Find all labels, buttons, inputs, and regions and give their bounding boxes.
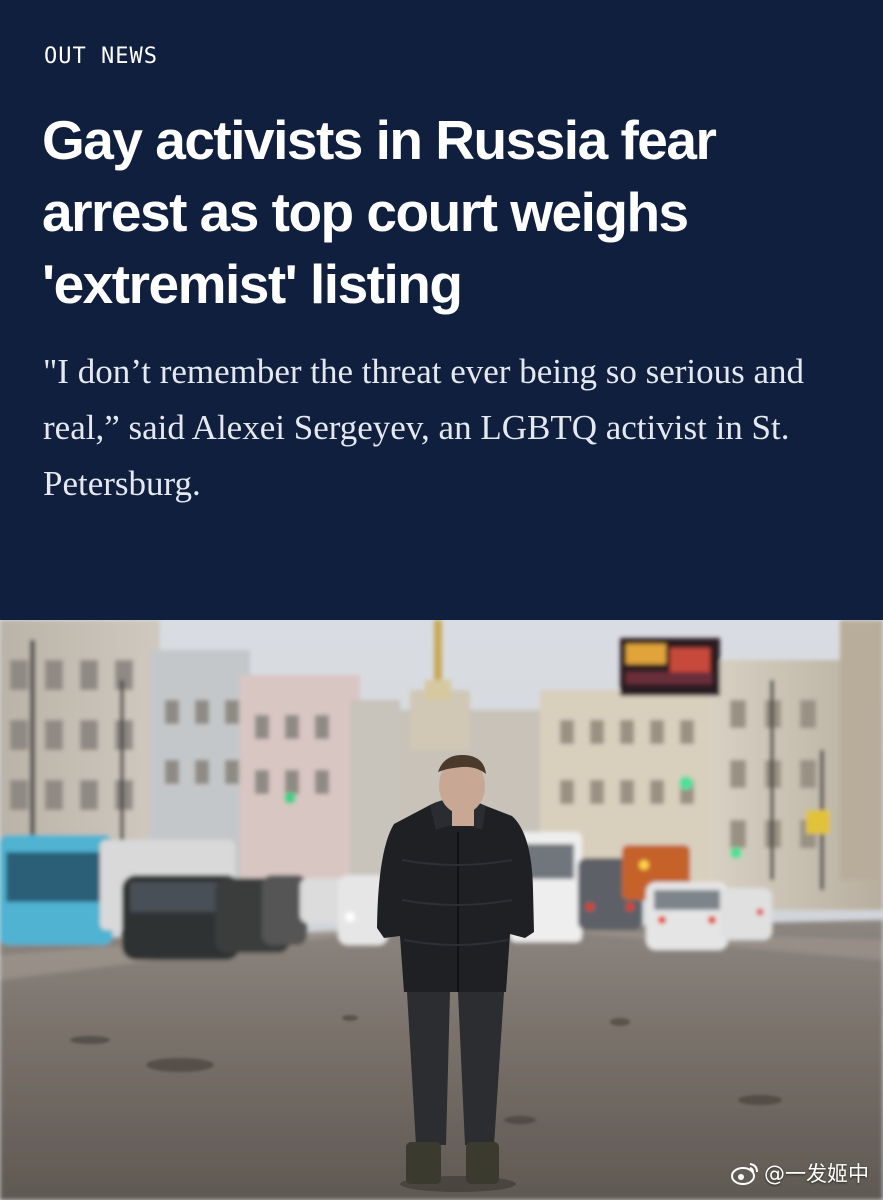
weibo-watermark: @一发姬中 (730, 1158, 869, 1188)
article-headline[interactable]: Gay activists in Russia fear arrest as t… (42, 104, 842, 320)
article-header: OUT NEWS Gay activists in Russia fear ar… (0, 0, 883, 620)
weibo-icon (731, 1163, 758, 1185)
section-kicker[interactable]: OUT NEWS (44, 44, 158, 69)
article-dek: "I don’t remember the threat ever being … (43, 352, 805, 503)
watermark-handle: @一发姬中 (764, 1162, 869, 1186)
article-photo: @一发姬中 (0, 620, 883, 1200)
street-scene-image (0, 620, 883, 1200)
